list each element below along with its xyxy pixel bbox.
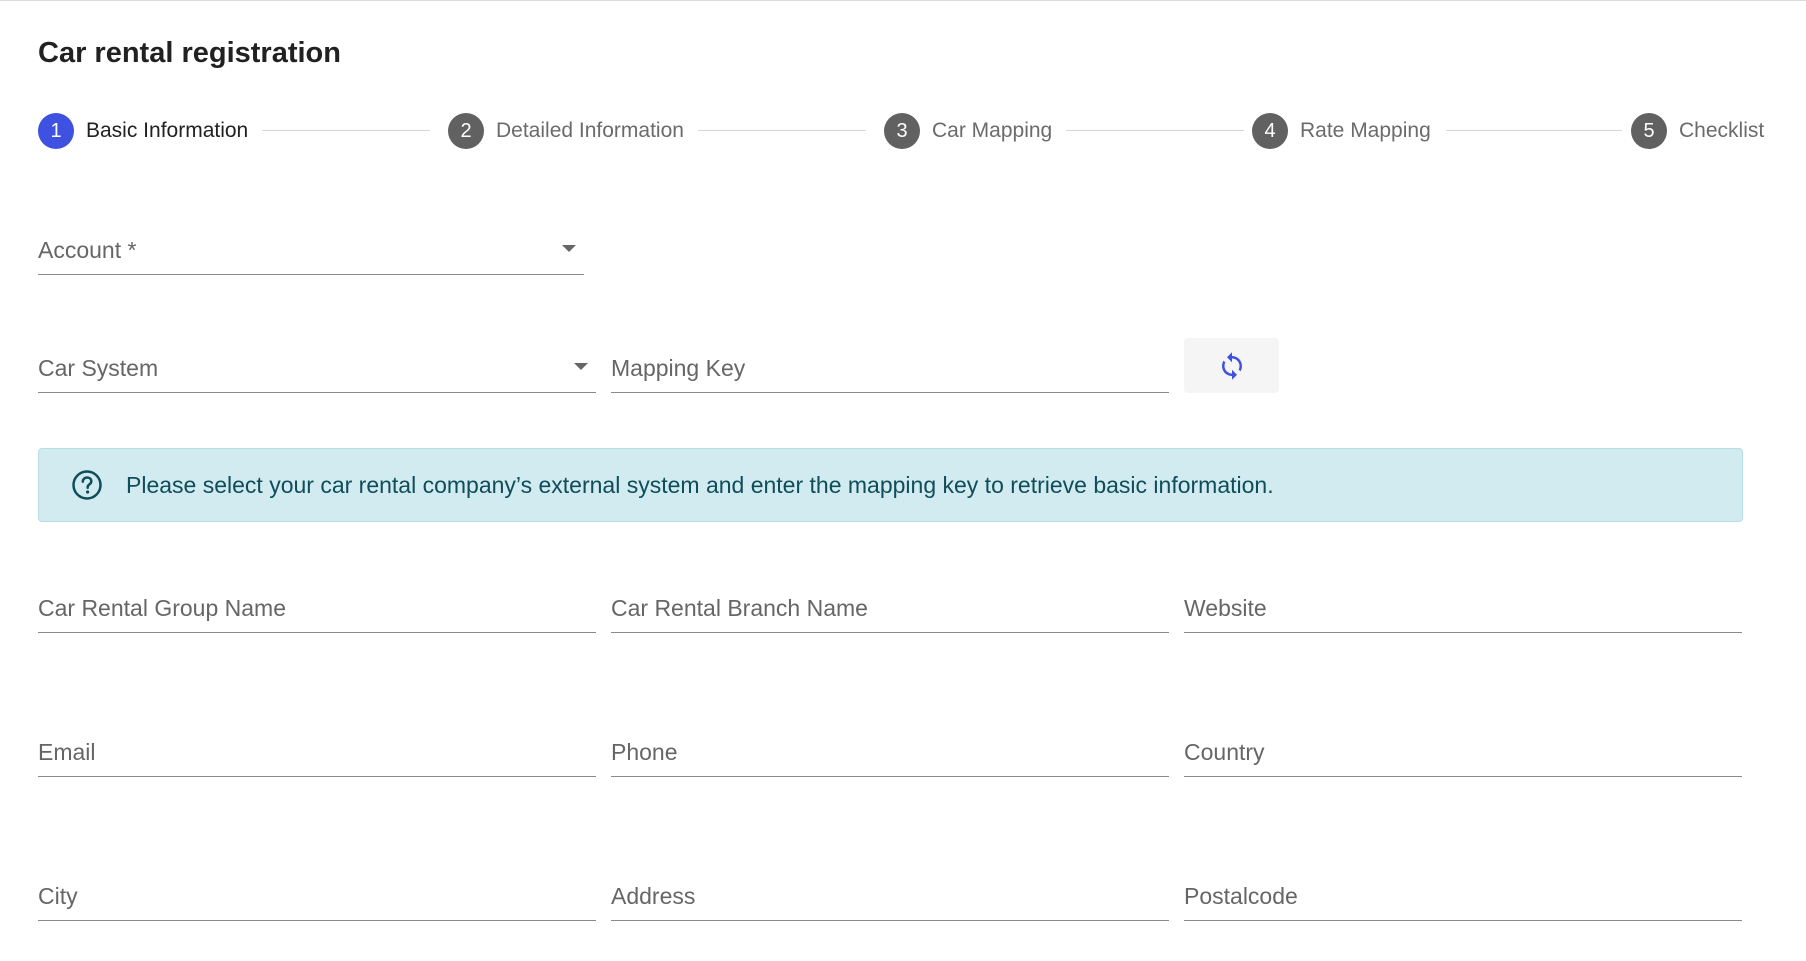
branch-name-label: Car Rental Branch Name xyxy=(611,595,868,621)
step-rate-mapping[interactable]: 4 Rate Mapping xyxy=(1252,111,1431,151)
city-input[interactable]: City xyxy=(38,867,596,921)
step-connector xyxy=(1066,130,1244,131)
stepper: 1 Basic Information 2 Detailed Informati… xyxy=(38,111,1768,151)
step-connector xyxy=(698,130,866,131)
step-detailed-information[interactable]: 2 Detailed Information xyxy=(448,111,684,151)
step-number: 5 xyxy=(1631,113,1667,149)
account-label: Account * xyxy=(38,237,137,263)
branch-name-input[interactable]: Car Rental Branch Name xyxy=(611,579,1169,633)
step-number: 1 xyxy=(38,113,74,149)
address-label: Address xyxy=(611,883,696,909)
country-label: Country xyxy=(1184,739,1265,765)
mapping-key-input[interactable]: Mapping Key xyxy=(611,339,1169,393)
phone-input[interactable]: Phone xyxy=(611,723,1169,777)
group-name-label: Car Rental Group Name xyxy=(38,595,286,621)
step-label: Checklist xyxy=(1679,119,1765,142)
step-label: Rate Mapping xyxy=(1300,119,1431,142)
step-car-mapping[interactable]: 3 Car Mapping xyxy=(884,111,1052,151)
help-circle-icon xyxy=(72,470,102,500)
refresh-icon xyxy=(1221,351,1242,380)
mapping-key-label: Mapping Key xyxy=(611,355,746,381)
step-checklist[interactable]: 5 Checklist xyxy=(1631,111,1764,151)
step-label: Detailed Information xyxy=(496,119,684,142)
registration-page: Car rental registration 1 Basic Informat… xyxy=(0,0,1806,961)
car-system-select[interactable]: Car System xyxy=(38,339,596,393)
country-input[interactable]: Country xyxy=(1184,723,1742,777)
info-banner: Please select your car rental company’s … xyxy=(38,448,1743,522)
email-input[interactable]: Email xyxy=(38,723,596,777)
step-number: 3 xyxy=(884,113,920,149)
phone-label: Phone xyxy=(611,739,678,765)
account-select[interactable]: Account * xyxy=(38,223,584,275)
postalcode-input[interactable]: Postalcode xyxy=(1184,867,1742,921)
address-input[interactable]: Address xyxy=(611,867,1169,921)
step-basic-information[interactable]: 1 Basic Information xyxy=(38,111,248,151)
city-label: City xyxy=(38,883,78,909)
step-connector xyxy=(262,130,430,131)
step-label: Basic Information xyxy=(86,119,249,142)
website-label: Website xyxy=(1184,595,1267,621)
page-title: Car rental registration xyxy=(38,37,341,69)
step-connector xyxy=(1446,130,1622,131)
website-input[interactable]: Website xyxy=(1184,579,1742,633)
group-name-input[interactable]: Car Rental Group Name xyxy=(38,579,596,633)
email-label: Email xyxy=(38,739,96,765)
car-system-label: Car System xyxy=(38,355,159,381)
step-number: 2 xyxy=(448,113,484,149)
step-number: 4 xyxy=(1252,113,1288,149)
step-label: Car Mapping xyxy=(932,119,1053,142)
info-banner-text: Please select your car rental company’s … xyxy=(126,471,1274,498)
refresh-button[interactable] xyxy=(1184,338,1279,393)
chevron-down-icon xyxy=(574,363,588,370)
postalcode-label: Postalcode xyxy=(1184,883,1298,909)
chevron-down-icon xyxy=(562,245,576,252)
